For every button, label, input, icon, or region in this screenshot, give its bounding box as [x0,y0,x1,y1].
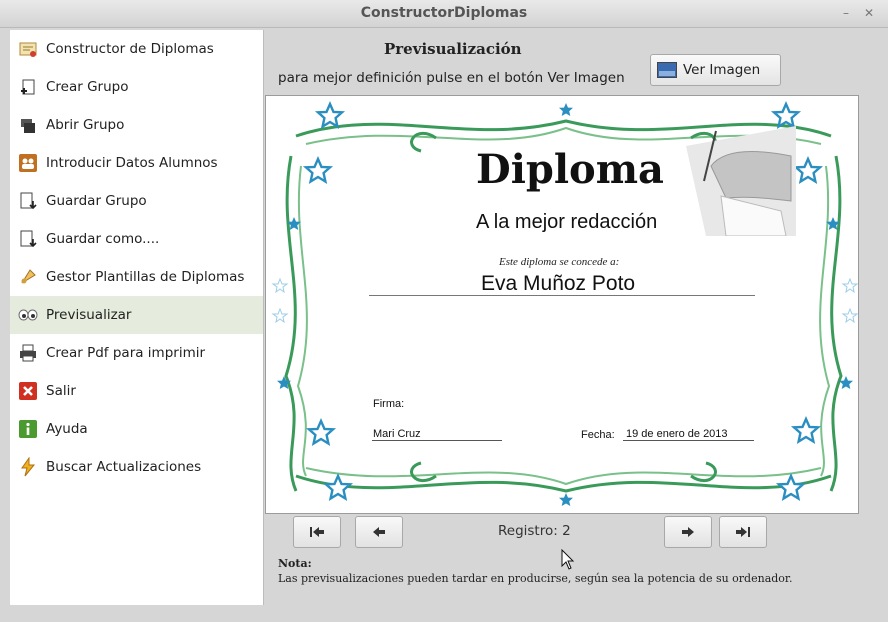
sidebar-item-label: Crear Grupo [46,79,129,95]
previous-record-button[interactable] [355,516,403,548]
title-bar: ConstructorDiplomas – ✕ [0,0,888,28]
preview-eyes-icon [18,309,38,321]
hint-text: para mejor definición pulse en el botón … [278,70,625,86]
sidebar-item-buscar-actualizaciones[interactable]: Buscar Actualizaciones [10,448,263,486]
sidebar-item-abrir-grupo[interactable]: Abrir Grupo [10,106,263,144]
view-image-label: Ver Imagen [683,62,761,78]
save-icon [20,192,37,210]
arrow-left-icon [373,527,385,537]
sidebar-item-label: Guardar como.... [46,231,160,247]
next-record-button[interactable] [664,516,712,548]
recipient-line [369,295,755,296]
last-record-button[interactable] [719,516,767,548]
date-value: 19 de enero de 2013 [626,428,728,440]
sidebar: Constructor de Diplomas Crear Grupo Abri… [10,30,264,605]
sidebar-item-label: Introducir Datos Alumnos [46,155,218,171]
note-text: Las previsualizaciones pueden tardar en … [278,572,793,585]
help-icon [19,420,37,438]
sidebar-item-label: Constructor de Diplomas [46,41,214,57]
sidebar-item-salir[interactable]: Salir [10,372,263,410]
granted-text: Este diploma se concede a: [499,256,620,268]
record-counter: Registro: 2 [498,523,571,539]
sidebar-item-introducir-datos[interactable]: Introducir Datos Alumnos [10,144,263,182]
arrow-right-icon [682,527,694,537]
exit-icon [19,382,37,400]
save-as-icon [20,230,37,248]
templates-icon [21,269,36,284]
diploma-title: Diploma [476,146,664,193]
new-group-icon [21,79,35,95]
diploma-subtitle: A la mejor redacción [476,211,658,233]
sidebar-item-crear-pdf[interactable]: Crear Pdf para imprimir [10,334,263,372]
sidebar-item-label: Buscar Actualizaciones [46,459,202,475]
sidebar-item-label: Abrir Grupo [46,117,125,133]
sidebar-item-ayuda[interactable]: Ayuda [10,410,263,448]
sidebar-item-label: Guardar Grupo [46,193,147,209]
students-icon [19,154,37,172]
printer-icon [20,344,36,362]
sidebar-item-constructor[interactable]: Constructor de Diplomas [10,30,263,68]
signer-name: Mari Cruz [373,428,421,440]
sidebar-item-label: Previsualizar [46,307,132,323]
image-icon [657,62,677,78]
diploma-icon [19,42,37,57]
signature-line [372,440,502,441]
signature-label: Firma: [373,398,405,410]
sidebar-item-previsualizar[interactable]: Previsualizar [10,296,263,334]
recipient-name: Eva Muñoz Poto [481,272,636,295]
sidebar-item-gestor-plantillas[interactable]: Gestor Plantillas de Diplomas [10,258,263,296]
window-title: ConstructorDiplomas [360,5,528,21]
date-line [623,440,754,441]
update-icon [21,457,36,477]
sidebar-item-guardar-grupo[interactable]: Guardar Grupo [10,182,263,220]
sidebar-item-guardar-como[interactable]: Guardar como.... [10,220,263,258]
sidebar-item-label: Crear Pdf para imprimir [46,345,206,361]
note-title: Nota: [278,557,312,570]
open-group-icon [21,119,35,133]
diploma-preview: Diploma A la mejor redacción Este diplom… [265,95,859,514]
page-title: Previsualización [384,40,522,58]
mouse-cursor-icon [561,549,575,570]
minimize-icon[interactable]: – [843,6,849,20]
date-label: Fecha: [581,429,615,441]
sidebar-item-label: Salir [46,383,76,399]
first-record-button[interactable] [293,516,341,548]
sidebar-item-label: Gestor Plantillas de Diplomas [46,269,245,285]
sidebar-item-crear-grupo[interactable]: Crear Grupo [10,68,263,106]
first-record-icon [310,527,324,537]
close-icon[interactable]: ✕ [864,6,874,20]
sidebar-item-label: Ayuda [46,421,88,437]
last-record-icon [736,527,750,537]
writing-hand-image [686,126,796,236]
view-image-button[interactable]: Ver Imagen [650,54,781,86]
